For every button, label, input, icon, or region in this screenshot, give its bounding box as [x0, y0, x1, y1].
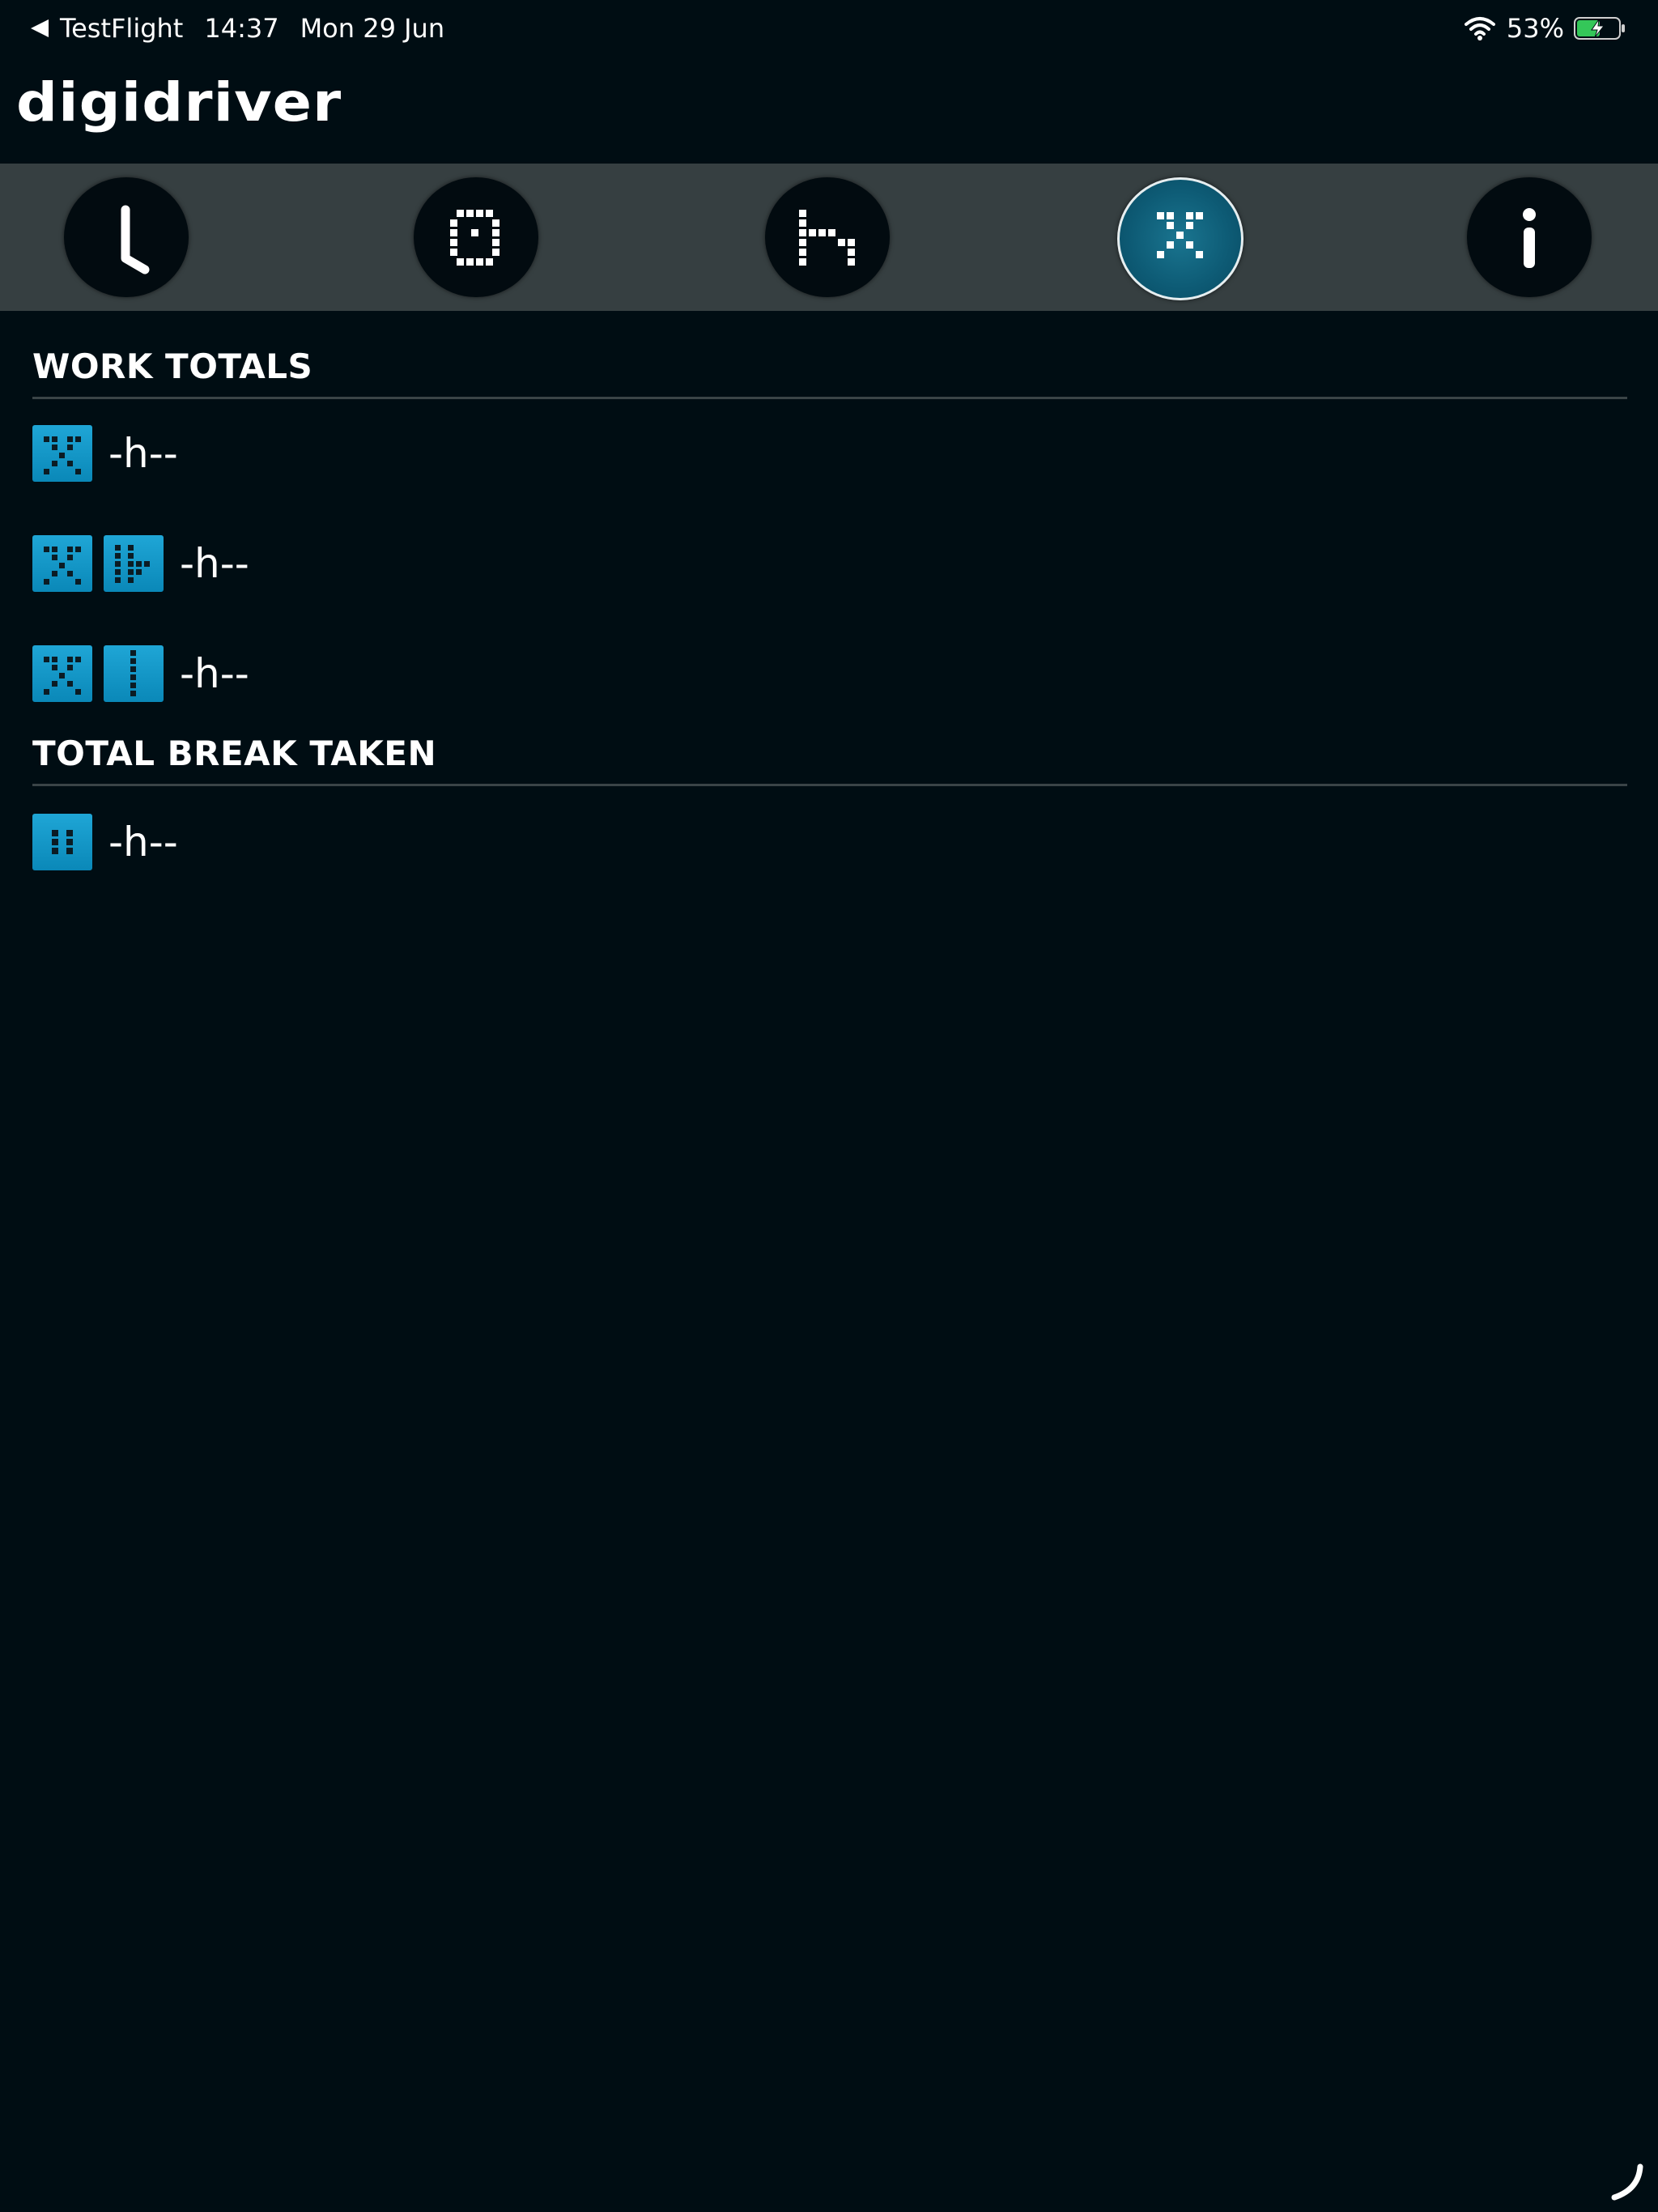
- work-driving-value: -h--: [180, 650, 249, 697]
- battery-percent: 53%: [1506, 13, 1564, 44]
- tab-work-totals[interactable]: [1117, 177, 1244, 300]
- work-totals-title: WORK TOTALS: [32, 347, 313, 386]
- driving-icon: [104, 645, 164, 702]
- tab-rest[interactable]: [765, 177, 890, 297]
- work-icon: [32, 425, 92, 482]
- work-driving-row: -h--: [32, 644, 249, 703]
- tab-clock[interactable]: [64, 177, 189, 297]
- tab-card-reader[interactable]: [414, 177, 538, 297]
- break-value: -h--: [108, 819, 178, 866]
- availability-icon: [104, 535, 164, 592]
- clock-icon: [121, 205, 150, 274]
- status-right: 53%: [1464, 13, 1627, 44]
- card-reader-icon: [450, 210, 500, 266]
- work-total-value: -h--: [108, 430, 178, 477]
- work-icon: [32, 535, 92, 592]
- work-hammers-icon: [1157, 212, 1203, 258]
- tab-info[interactable]: [1467, 177, 1592, 297]
- corner-arc-icon: [1611, 2163, 1643, 2201]
- battery-charging-icon: [1574, 17, 1625, 40]
- status-left: TestFlight 14:37 Mon 29 Jun: [31, 13, 444, 44]
- status-time: 14:37: [204, 13, 279, 44]
- total-break-divider: [32, 784, 1627, 786]
- bed-icon: [799, 210, 855, 266]
- total-break-title: TOTAL BREAK TAKEN: [32, 734, 437, 773]
- work-availability-row: -h--: [32, 534, 249, 593]
- back-to-app-link[interactable]: TestFlight: [60, 13, 183, 44]
- tab-bar: [0, 164, 1658, 311]
- work-availability-value: -h--: [180, 540, 249, 587]
- app-logo: digidriver: [16, 71, 342, 134]
- app-screen: TestFlight 14:37 Mon 29 Jun 53% digidriv…: [0, 0, 1658, 2212]
- work-icon: [32, 645, 92, 702]
- app-header: digidriver: [0, 58, 1658, 164]
- back-arrow-icon[interactable]: [31, 19, 49, 37]
- work-totals-divider: [32, 397, 1627, 399]
- break-icon: [32, 814, 92, 870]
- work-total-row: -h--: [32, 424, 178, 483]
- info-icon: [1523, 208, 1536, 268]
- status-bar: TestFlight 14:37 Mon 29 Jun 53%: [0, 0, 1658, 58]
- break-row: -h--: [32, 813, 178, 871]
- status-date: Mon 29 Jun: [300, 13, 445, 44]
- wifi-icon: [1464, 17, 1495, 40]
